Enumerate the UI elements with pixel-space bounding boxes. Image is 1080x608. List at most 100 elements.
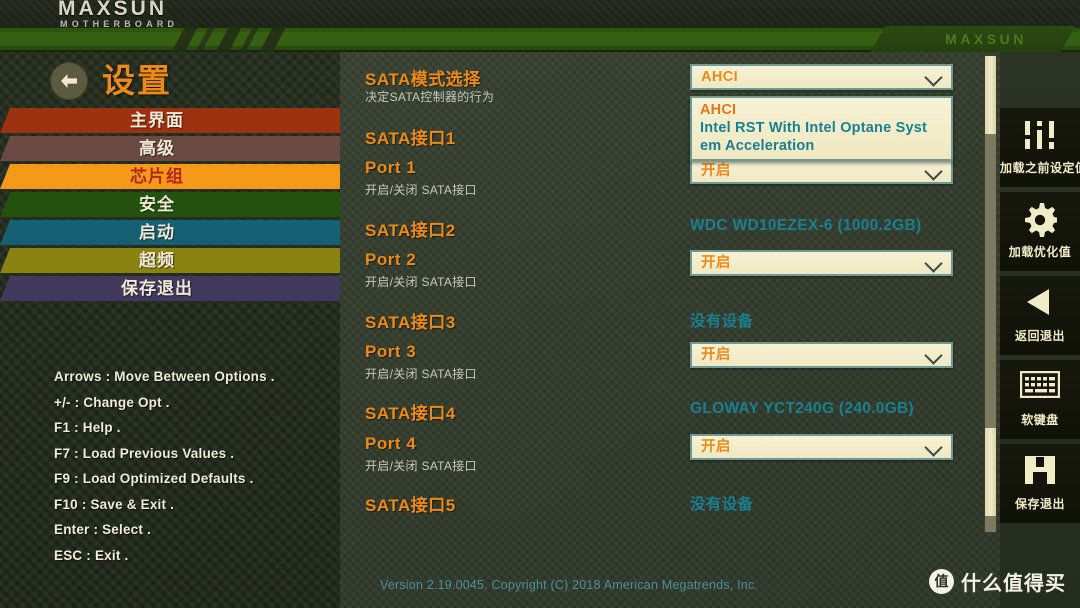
sidebar-item-overclock[interactable]: 超频 (0, 248, 340, 273)
port-4-desc: 开启/关闭 SATA接口 (365, 459, 477, 473)
help-line: F1 : Help . (54, 420, 121, 435)
sidebar-item-boot-label: 启动 (139, 223, 175, 242)
sata-mode-label: SATA模式选择 (365, 70, 481, 89)
sidebar-item-save-exit[interactable]: 保存退出 (0, 276, 340, 301)
maxsun-logo: MAXSUN MOTHERBOARD (58, 0, 178, 29)
help-line: F9 : Load Optimized Defaults . (54, 471, 254, 486)
watermark-text: 什么值得买 (961, 573, 1066, 595)
back-triangle-icon (1000, 287, 1080, 321)
brand-subtitle: MOTHERBOARD (60, 19, 179, 29)
settings-content: SATA模式选择 决定SATA控制器的行为 AHCI AHCI Intel RS… (340, 52, 1080, 608)
floppy-save-icon (1000, 455, 1080, 489)
port-4-select[interactable]: 开启 (690, 434, 953, 460)
port-1-desc: 开启/关闭 SATA接口 (365, 183, 477, 197)
sata-port-2-device: WDC WD10EZEX-6 (1000.2GB) (690, 217, 922, 234)
watermark: 值 什么值得买 (929, 567, 1066, 596)
port-3-value: 开启 (701, 347, 731, 363)
keyboard-icon (1000, 370, 1080, 405)
dropdown-option-intel-rst-line2[interactable]: em Acceleration (692, 137, 951, 155)
port-4-value: 开启 (701, 439, 731, 455)
rail-label-load-optimized: 加载优化值 (1008, 245, 1072, 259)
band-maxsun-logo: MAXSUN (870, 26, 1076, 52)
page-header: 设置 (0, 52, 340, 108)
chevron-down-icon (926, 71, 942, 83)
rail-button-load-optimized[interactable]: 加载优化值 (1000, 192, 1080, 271)
brand-name: MAXSUN (58, 0, 168, 20)
sliders-icon (1000, 119, 1080, 153)
left-panel: 设置 主界面 高级 芯片组 安全 启动 超频 保存退出 Arrows: Mov… (0, 52, 340, 608)
gear-glyph (1025, 203, 1059, 237)
dropdown-option-intel-rst-line1[interactable]: Intel RST With Intel Optane Syst (692, 119, 951, 137)
sata-mode-desc: 决定SATA控制器的行为 (365, 90, 495, 104)
chevron-down-icon (926, 257, 942, 269)
port-3-select[interactable]: 开启 (690, 342, 953, 368)
sidebar-item-overclock-label: 超频 (139, 251, 175, 270)
version-footer: Version 2.19.0045. Copyright (C) 2018 Am… (380, 578, 759, 592)
sata-port-2-label: SATA接口2 (365, 221, 456, 240)
port-1-value: 开启 (701, 163, 731, 179)
chevron-down-icon (926, 349, 942, 361)
sata-mode-select[interactable]: AHCI (690, 64, 953, 90)
back-triangle-glyph (1027, 289, 1049, 315)
port-3-label: Port 3 (365, 342, 417, 361)
sidebar-item-advanced-label: 高级 (139, 139, 175, 158)
sata-port-3-device: 没有设备 (690, 313, 754, 330)
help-line: Enter : Select . (54, 522, 151, 537)
rail-button-load-previous[interactable]: 加载之前设定值 (1000, 108, 1080, 187)
sata-port-5-device: 没有设备 (690, 496, 754, 513)
help-line: F10 : Save & Exit . (54, 496, 175, 512)
sata-port-4-label: SATA接口4 (365, 404, 456, 423)
gear-icon (1000, 203, 1080, 237)
help-line: +/- : Change Opt . (54, 394, 170, 410)
port-1-label: Port 1 (365, 158, 417, 177)
floppy-glyph (1025, 456, 1055, 484)
help-line: ESC : Exit . (54, 547, 129, 563)
keyboard-help-list: Arrows : Move Between Options . +/- : Ch… (54, 364, 275, 568)
sliders-glyph (1022, 121, 1057, 149)
bios-setup-screen: MAXSUN MOTHERBOARD MAXSUN 设置 主界面 高级 芯片组 … (0, 0, 1080, 608)
sidebar-nav: 主界面 高级 芯片组 安全 启动 超频 保存退出 (0, 108, 340, 304)
sidebar-item-security-label: 安全 (139, 195, 175, 214)
help-line: F7 : Load Previous Values . (54, 445, 235, 461)
port-4-label: Port 4 (365, 434, 417, 453)
sidebar-item-security[interactable]: 安全 (0, 192, 340, 217)
sidebar-item-advanced[interactable]: 高级 (0, 136, 340, 161)
chevron-down-icon (926, 165, 942, 177)
port-2-value: 开启 (701, 255, 731, 271)
sidebar-item-main-label: 主界面 (130, 111, 184, 130)
sidebar-item-chipset-label: 芯片组 (130, 167, 184, 186)
keyboard-glyph (1019, 370, 1061, 399)
rail-label-save-exit: 保存退出 (1014, 497, 1065, 511)
action-rail: 加载之前设定值 加载优化值 返回退出 软键盘 保存退出 (1000, 108, 1080, 528)
sidebar-item-chipset[interactable]: 芯片组 (0, 164, 340, 189)
port-3-desc: 开启/关闭 SATA接口 (365, 367, 477, 381)
scrollbar-thumb-upper[interactable] (985, 56, 996, 134)
sata-port-1-label: SATA接口1 (365, 129, 456, 148)
rail-label-discard-exit: 返回退出 (1014, 329, 1065, 343)
dropdown-option-ahci[interactable]: AHCI (692, 101, 951, 119)
help-line: Arrows : Move Between Options . (54, 369, 275, 384)
port-2-label: Port 2 (365, 250, 417, 269)
watermark-badge-icon: 值 (929, 569, 954, 594)
green-accent-band: MAXSUN (0, 26, 1080, 52)
sidebar-item-main[interactable]: 主界面 (0, 108, 340, 133)
back-arrow-icon[interactable] (50, 62, 88, 100)
rail-label-load-previous: 加载之前设定值 (1000, 161, 1080, 175)
sata-mode-dropdown-list[interactable]: AHCI Intel RST With Intel Optane Syst em… (690, 96, 953, 161)
port-1-select[interactable]: 开启 (690, 158, 953, 184)
rail-button-save-exit[interactable]: 保存退出 (1000, 444, 1080, 523)
sata-mode-value: AHCI (701, 69, 739, 85)
sidebar-item-boot[interactable]: 启动 (0, 220, 340, 245)
sata-port-3-label: SATA接口3 (365, 313, 456, 332)
sidebar-item-save-exit-label: 保存退出 (121, 279, 193, 298)
scrollbar-thumb-lower[interactable] (985, 428, 996, 516)
port-2-desc: 开启/关闭 SATA接口 (365, 275, 477, 289)
port-2-select[interactable]: 开启 (690, 250, 953, 276)
band-logo-text: MAXSUN (945, 31, 1027, 47)
rail-button-discard-exit[interactable]: 返回退出 (1000, 276, 1080, 355)
rail-label-soft-keyboard: 软键盘 (1021, 413, 1059, 427)
rail-button-soft-keyboard[interactable]: 软键盘 (1000, 360, 1080, 439)
vertical-scrollbar[interactable] (984, 55, 997, 533)
chevron-down-icon (926, 441, 942, 453)
sata-port-5-label: SATA接口5 (365, 496, 456, 515)
